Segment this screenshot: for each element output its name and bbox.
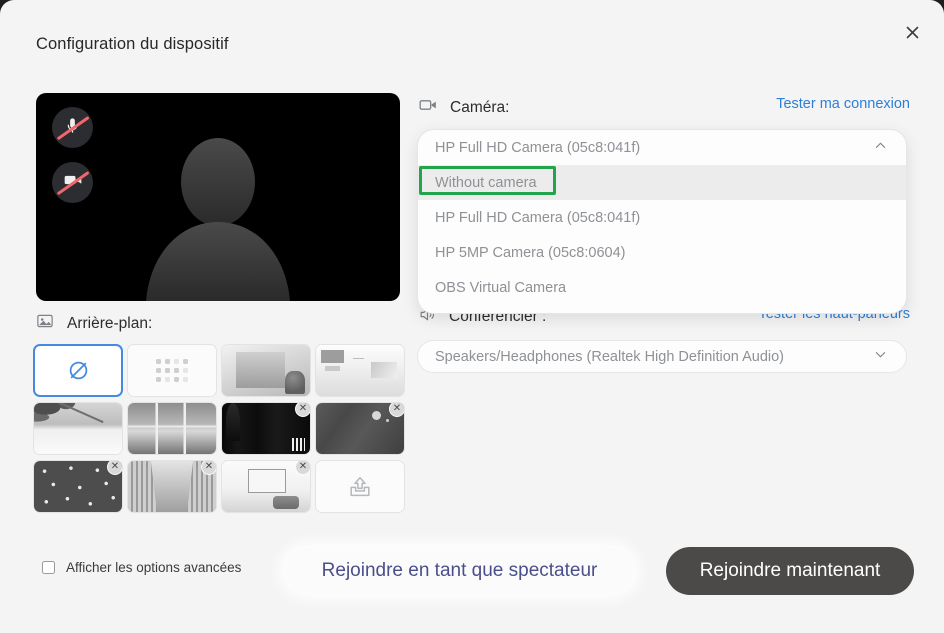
camera-option-list: Without camera HP Full HD Camera (05c8:04…	[418, 165, 906, 313]
close-button[interactable]	[894, 16, 930, 52]
device-configuration-dialog: Configuration du dispositif Arrière-plan…	[0, 0, 944, 633]
camera-section-label: Caméra:	[418, 95, 509, 120]
no-background-icon	[35, 346, 121, 395]
person-silhouette-icon	[146, 138, 290, 301]
chevron-down-icon	[873, 347, 888, 367]
camera-option[interactable]: Without camera	[418, 165, 906, 200]
background-thumbnail-snowflakes[interactable]: ✕	[33, 460, 123, 513]
advanced-options-row[interactable]: Afficher les options avancées	[42, 560, 241, 575]
background-thumbnail-dark-hall[interactable]: ✕	[221, 402, 311, 455]
camera-preview	[36, 93, 400, 301]
chevron-up-icon	[873, 138, 888, 158]
join-now-button[interactable]: Rejoindre maintenant	[666, 547, 914, 595]
camera-off-indicator[interactable]	[52, 162, 93, 203]
background-thumbnail-dark-gradient[interactable]: ✕	[315, 402, 405, 455]
upload-icon	[316, 461, 404, 512]
camera-option[interactable]: OBS Virtual Camera	[418, 270, 906, 305]
background-thumbnail-blur-background[interactable]	[127, 344, 217, 397]
background-thumbnail-grid: ✕ ✕ ✕ ✕ ✕	[33, 344, 405, 513]
camera-option-label: OBS Virtual Camera	[435, 279, 567, 296]
thumbnail-image	[128, 345, 216, 396]
thumbnail-image	[316, 345, 404, 396]
mic-off-indicator[interactable]	[52, 107, 93, 148]
speaker-select[interactable]: Speakers/Headphones (Realtek High Defini…	[417, 340, 907, 373]
background-thumbnail-library-aisle[interactable]: ✕	[127, 460, 217, 513]
advanced-options-label: Afficher les options avancées	[66, 560, 242, 575]
thumbnail-image	[128, 403, 216, 454]
background-thumbnail-window-sea-view[interactable]	[127, 402, 217, 455]
background-thumbnail-empty-room[interactable]	[221, 344, 311, 397]
background-thumbnail-beach-palm[interactable]	[33, 402, 123, 455]
thumbnail-image	[34, 403, 122, 454]
camera-option-label: Without camera	[435, 174, 537, 191]
camera-option-label: HP Full HD Camera (05c8:041f)	[435, 209, 641, 226]
camera-option[interactable]: HP 5MP Camera (05c8:0604)	[418, 235, 906, 270]
close-icon	[904, 24, 921, 44]
speaker-selected-value: Speakers/Headphones (Realtek High Defini…	[435, 348, 785, 365]
background-thumbnail-living-room[interactable]: ✕	[221, 460, 311, 513]
advanced-options-checkbox[interactable]	[42, 561, 55, 574]
join-as-viewer-button[interactable]: Rejoindre en tant que spectateur	[285, 548, 634, 593]
background-section-label: Arrière-plan:	[36, 312, 152, 335]
camera-select-trigger[interactable]: HP Full HD Camera (05c8:041f)	[418, 130, 906, 165]
camera-option-label: HP 5MP Camera (05c8:0604)	[435, 244, 626, 261]
background-thumbnail-upload-background[interactable]	[315, 460, 405, 513]
thumbnail-image	[222, 345, 310, 396]
camera-icon	[418, 95, 438, 120]
page-title: Configuration du dispositif	[36, 35, 229, 53]
background-label-text: Arrière-plan:	[67, 314, 153, 332]
camera-label-text: Caméra:	[450, 98, 510, 116]
camera-option[interactable]: HP Full HD Camera (05c8:041f)	[418, 200, 906, 235]
background-thumbnail-no-background[interactable]	[33, 344, 123, 397]
camera-selected-value: HP Full HD Camera (05c8:041f)	[435, 139, 641, 156]
image-icon	[36, 312, 54, 335]
background-thumbnail-office-shelf[interactable]	[315, 344, 405, 397]
test-connection-link[interactable]: Tester ma connexion	[776, 96, 910, 112]
camera-dropdown: HP Full HD Camera (05c8:041f) Without ca…	[417, 129, 907, 314]
